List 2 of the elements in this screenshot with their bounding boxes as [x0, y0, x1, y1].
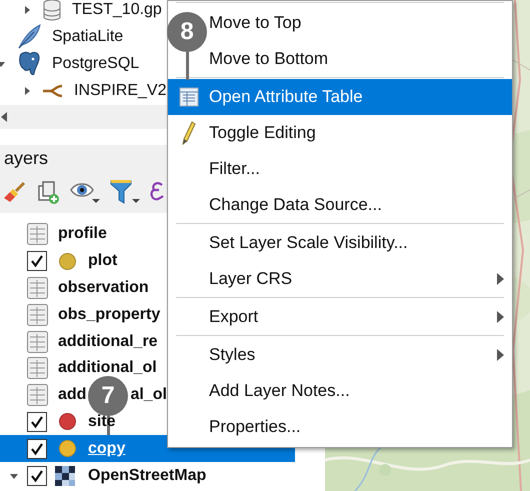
- panel-title: ayers: [4, 146, 48, 170]
- menu-item-label: Open Attribute Table: [209, 86, 363, 108]
